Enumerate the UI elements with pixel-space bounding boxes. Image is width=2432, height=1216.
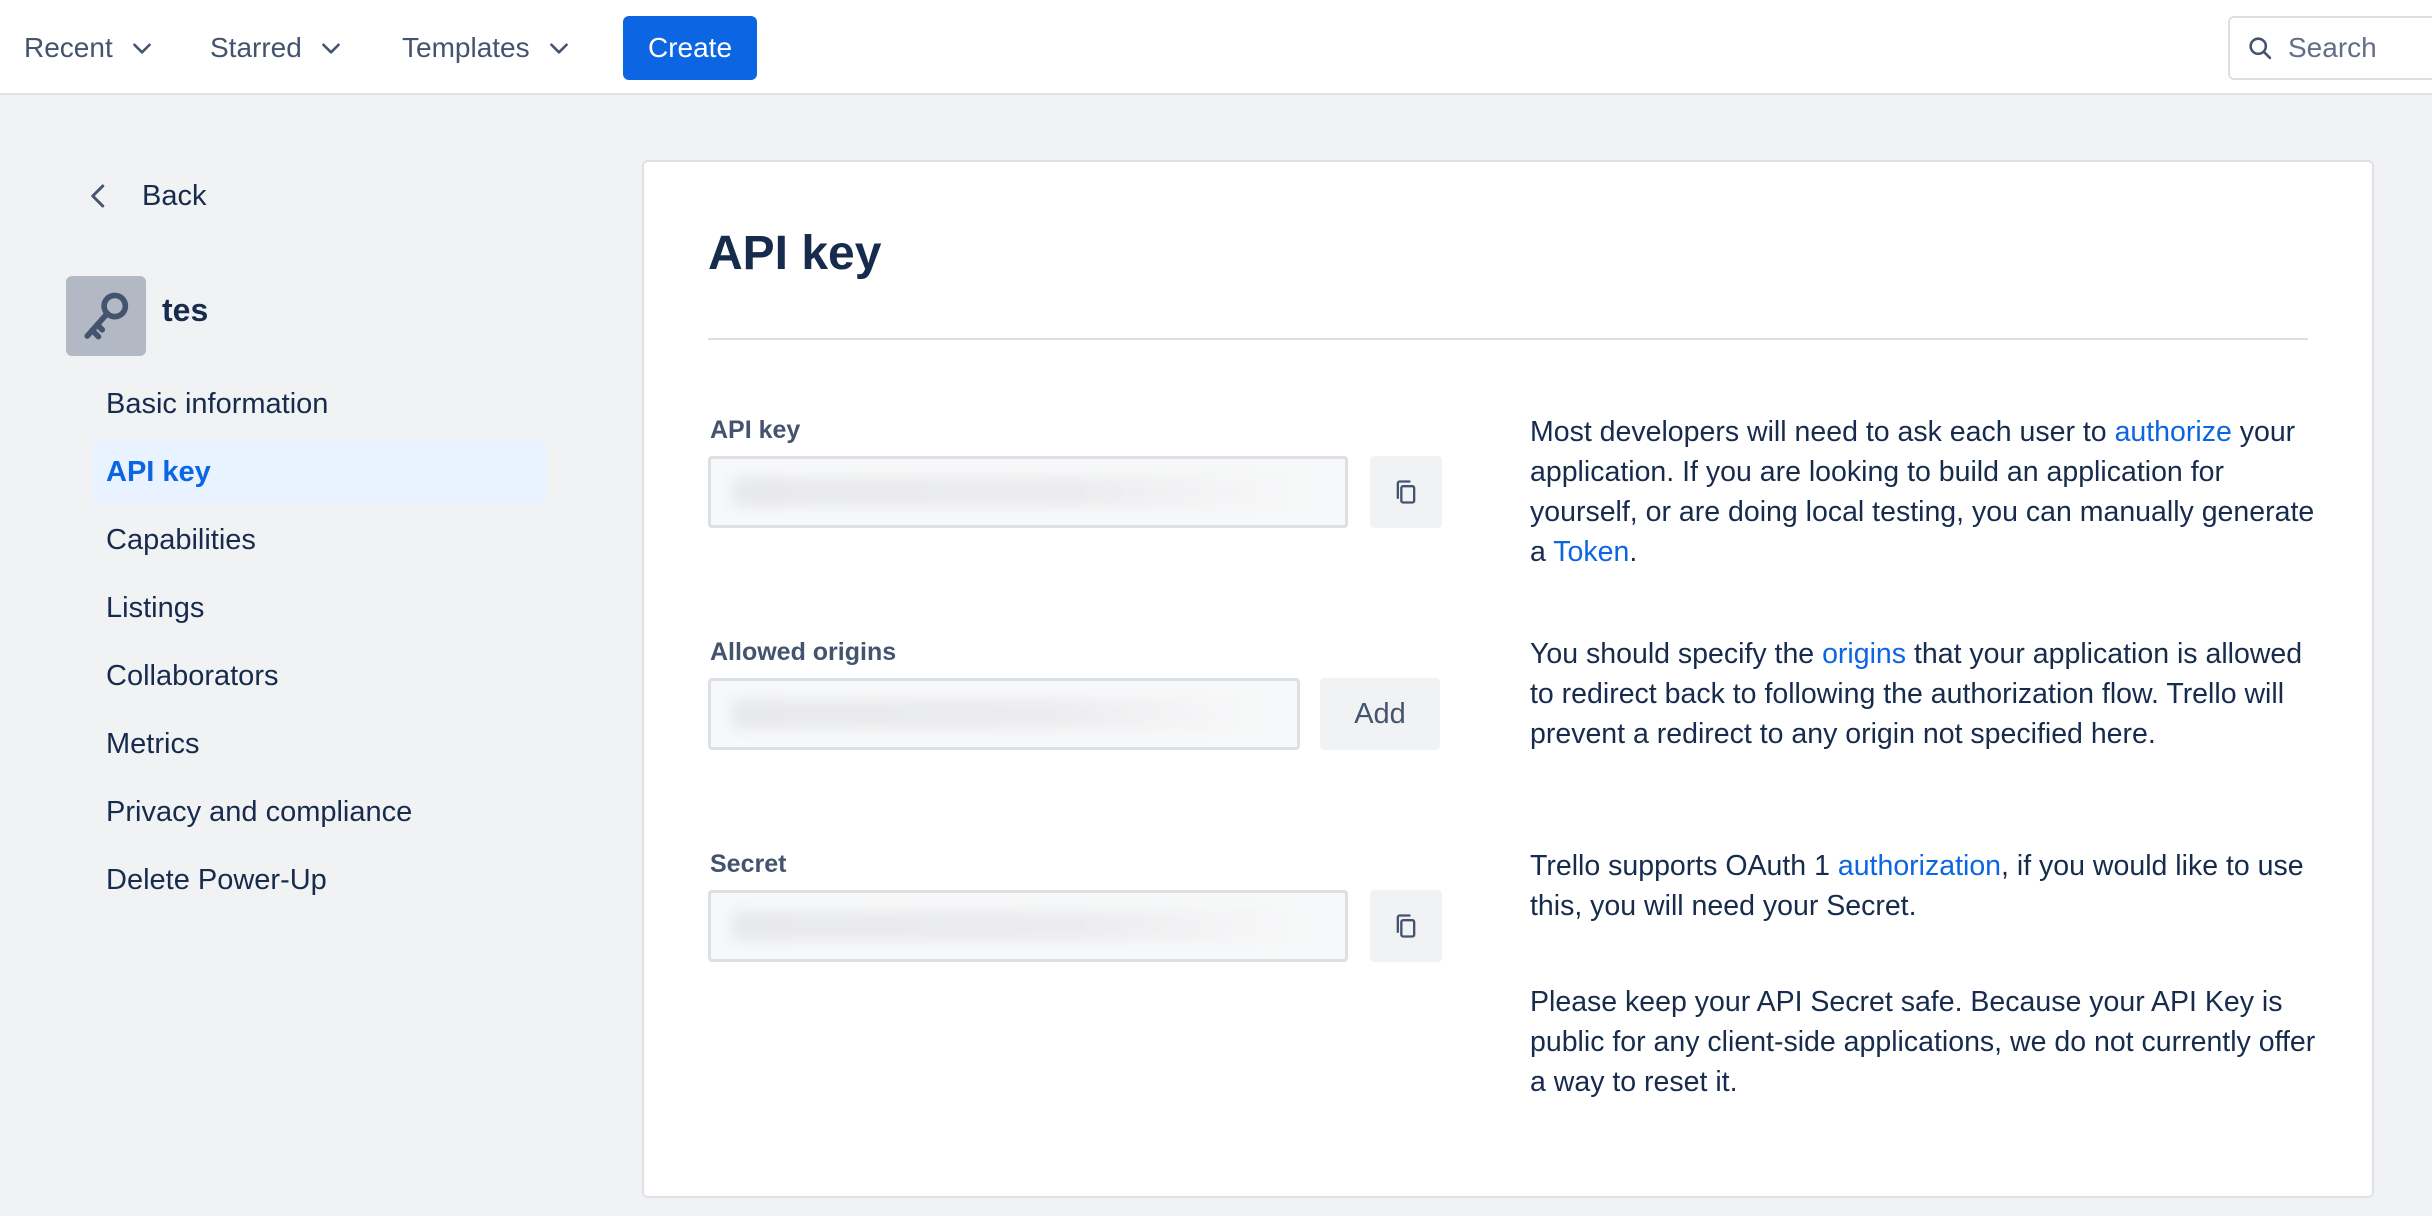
secret-help: Trello supports OAuth 1 authorization, i…: [1530, 846, 2320, 926]
chevron-down-icon: [321, 43, 340, 54]
back-label: Back: [142, 179, 207, 212]
nav-starred[interactable]: Starred: [210, 22, 344, 74]
redacted-value: [731, 699, 1257, 729]
authorization-link[interactable]: authorization: [1838, 850, 2001, 882]
redacted-value: [731, 911, 1305, 941]
nav-templates-label: Templates: [402, 32, 530, 63]
sidebar-item-basic-information[interactable]: Basic information: [92, 372, 546, 436]
allowed-origins-label: Allowed origins: [710, 638, 897, 666]
api-key-card: API key API key Most developers will nee…: [642, 160, 2374, 1198]
divider: [708, 338, 2308, 340]
copy-icon: [1396, 914, 1416, 938]
sidebar-item-metrics[interactable]: Metrics: [92, 712, 546, 776]
back-link[interactable]: Back: [84, 170, 206, 222]
sidebar-item-api-key[interactable]: API key: [92, 440, 546, 504]
help-text: Most developers will need to ask each us…: [1530, 416, 2115, 448]
copy-secret-button[interactable]: [1370, 890, 1442, 962]
app-avatar: [66, 276, 146, 356]
chevron-down-icon: [132, 43, 151, 54]
search-icon: [2249, 37, 2272, 60]
authorize-link[interactable]: authorize: [2115, 416, 2232, 448]
nav-templates[interactable]: Templates: [402, 22, 572, 74]
search-input[interactable]: [2288, 32, 2432, 64]
chevron-down-icon: [549, 43, 568, 54]
nav-starred-label: Starred: [210, 32, 302, 63]
redacted-value: [731, 477, 1305, 507]
sidebar-item-capabilities[interactable]: Capabilities: [92, 508, 546, 572]
page-title: API key: [708, 227, 882, 280]
secret-field[interactable]: [708, 890, 1348, 962]
sidebar-item-privacy-and-compliance[interactable]: Privacy and compliance: [92, 780, 546, 844]
origins-link[interactable]: origins: [1822, 638, 1906, 670]
allowed-origins-help: You should specify the origins that your…: [1530, 634, 2320, 754]
token-link[interactable]: Token: [1553, 536, 1629, 568]
copy-api-key-button[interactable]: [1370, 456, 1442, 528]
api-key-field[interactable]: [708, 456, 1348, 528]
top-navigation-bar: Recent Starred Templates Create: [0, 0, 2432, 95]
sidebar-menu: Basic information API key Capabilities L…: [92, 372, 546, 916]
secret-warning: Please keep your API Secret safe. Becaus…: [1530, 986, 2316, 1098]
copy-icon: [1396, 480, 1416, 504]
api-key-help: Most developers will need to ask each us…: [1530, 412, 2320, 572]
sidebar-item-listings[interactable]: Listings: [92, 576, 546, 640]
allowed-origins-input[interactable]: [708, 678, 1300, 750]
nav-recent[interactable]: Recent: [24, 22, 155, 74]
add-origin-button[interactable]: Add: [1320, 678, 1440, 750]
sidebar-item-delete-power-up[interactable]: Delete Power-Up: [92, 848, 546, 912]
sidebar-item-collaborators[interactable]: Collaborators: [92, 644, 546, 708]
help-text: You should specify the: [1530, 638, 1823, 670]
search-box[interactable]: [2228, 16, 2432, 80]
api-key-label: API key: [710, 416, 801, 444]
nav-recent-label: Recent: [24, 32, 113, 63]
create-button[interactable]: Create: [623, 16, 757, 80]
help-text: Trello supports OAuth 1: [1530, 850, 1838, 882]
key-icon: [84, 292, 129, 340]
secret-label: Secret: [710, 850, 787, 878]
chevron-left-icon: [91, 184, 105, 208]
help-text: .: [1629, 536, 1638, 568]
app-name: tes: [162, 292, 209, 328]
